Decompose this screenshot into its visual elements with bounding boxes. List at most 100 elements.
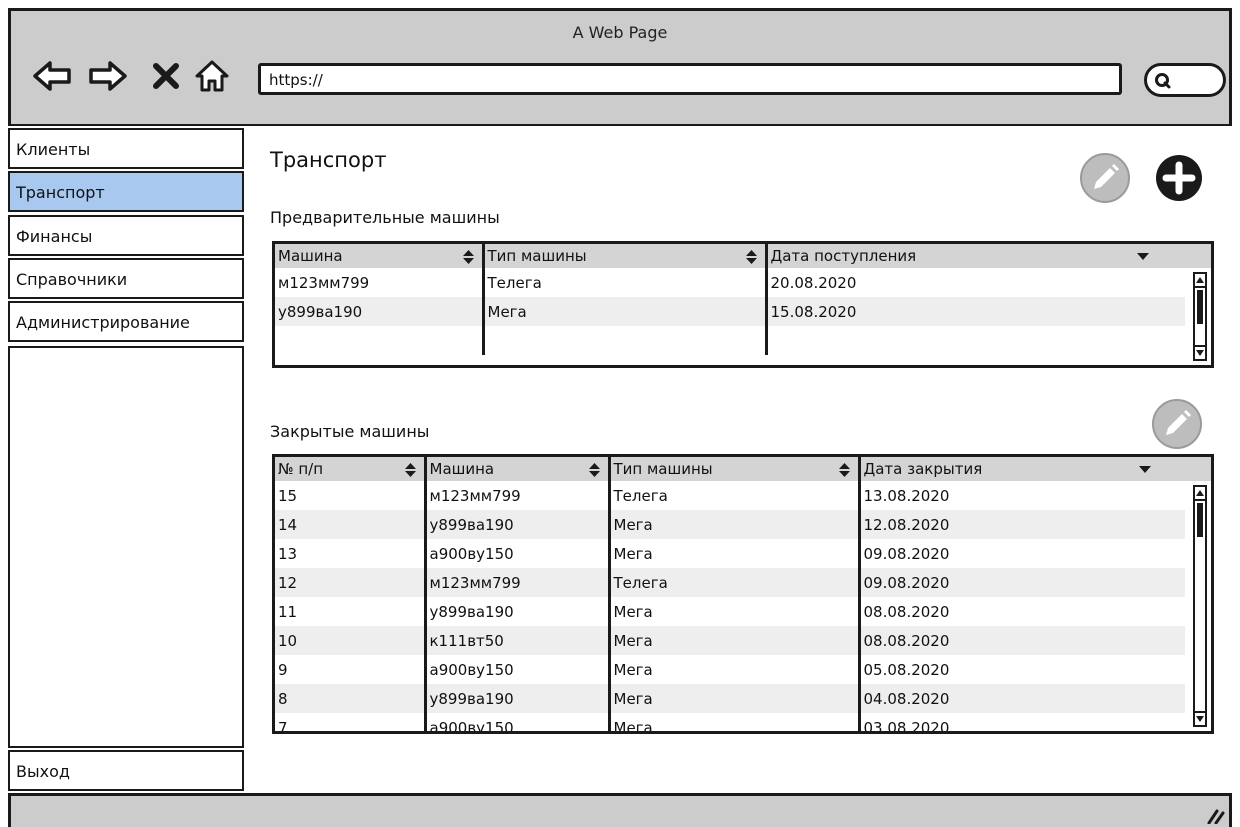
cell-arrival-date: 15.08.2020 (766, 297, 1211, 326)
cell-vehicle: у899ва190 (425, 597, 611, 626)
cell-row-number: 10 (275, 626, 427, 655)
table-row[interactable]: м123мм799 Телега 20.08.2020 (275, 268, 1211, 297)
cell-vehicle-type: Мега (609, 539, 861, 568)
table-row[interactable]: 7 а900ву150 Мега 03.08.2020 (275, 713, 1211, 734)
column-header-vehicle[interactable]: Машина (425, 457, 611, 481)
forward-button[interactable] (87, 55, 129, 97)
cell-close-date: 12.08.2020 (859, 510, 1211, 539)
scroll-thumb[interactable] (1197, 290, 1203, 324)
edit-closed-button[interactable] (1151, 398, 1203, 450)
sort-icon (588, 463, 600, 477)
cell-vehicle-type: Мега (483, 297, 768, 326)
cell-close-date: 13.08.2020 (863, 486, 950, 505)
status-bar (8, 793, 1232, 827)
cell-close-date: 05.08.2020 (863, 660, 950, 679)
cell-vehicle-type: Телега (483, 268, 768, 297)
cell-vehicle: м123мм799 (425, 481, 611, 510)
sidebar-item-directories[interactable]: Справочники (8, 258, 244, 299)
pencil-icon (1152, 399, 1202, 449)
table-row[interactable]: 11 у899ва190 Мега 08.08.2020 (275, 597, 1211, 626)
cell-vehicle-type: Мега (609, 684, 861, 713)
column-header-arrival-date[interactable]: Дата поступления (766, 244, 1211, 268)
table-row[interactable]: 9 а900ву150 Мега 05.08.2020 (275, 655, 1211, 684)
cell-vehicle-type: Мега (609, 655, 861, 684)
scroll-down-button[interactable] (1195, 711, 1205, 725)
back-button[interactable] (31, 55, 73, 97)
table-row[interactable] (275, 326, 1211, 355)
sidebar-item-clients[interactable]: Клиенты (8, 128, 244, 169)
edit-preliminary-button[interactable] (1079, 152, 1131, 204)
cell-vehicle: м123мм799 (275, 268, 485, 297)
url-input[interactable]: https:// (258, 63, 1122, 95)
resize-grip-icon[interactable] (1205, 806, 1225, 824)
cell-row-number: 8 (275, 684, 427, 713)
sidebar-item-administration[interactable]: Администрирование (8, 301, 244, 342)
cell-vehicle-type: Телега (609, 568, 861, 597)
cell-close-date: 08.08.2020 (863, 602, 950, 621)
scroll-down-button[interactable] (1195, 345, 1205, 359)
table-row[interactable]: 10 к111вт50 Мега 08.08.2020 (275, 626, 1211, 655)
cell-vehicle-type: Телега (609, 481, 861, 510)
cell-row-number: 12 (275, 568, 427, 597)
page-title: Транспорт (270, 148, 387, 172)
sort-icon (462, 250, 474, 264)
preliminary-vehicles-table: Машина Тип машины Дата поступления м123м… (272, 241, 1214, 368)
close-icon (153, 63, 179, 89)
cell-vehicle-type: Мега (609, 713, 861, 731)
scroll-up-button[interactable] (1195, 487, 1205, 501)
table-row[interactable]: у899ва190 Мега 15.08.2020 (275, 297, 1211, 326)
sort-icon (838, 463, 850, 477)
plus-circle-icon (1156, 155, 1202, 201)
scroll-thumb[interactable] (1197, 503, 1203, 537)
cell-vehicle-type: Мега (609, 597, 861, 626)
column-header-row-number[interactable]: № п/п (275, 457, 427, 481)
column-header-close-date[interactable]: Дата закрытия (859, 457, 1211, 481)
cell-vehicle (275, 326, 485, 355)
arrow-down-icon (1196, 716, 1204, 722)
cell-close-date: 03.08.2020 (863, 718, 950, 734)
cell-vehicle: у899ва190 (425, 510, 611, 539)
add-vehicle-button[interactable] (1153, 152, 1205, 204)
cell-row-number: 9 (275, 655, 427, 684)
table-row[interactable]: 12 м123мм799 Телега 09.08.2020 (275, 568, 1211, 597)
table-row[interactable]: 14 у899ва190 Мега 12.08.2020 (275, 510, 1211, 539)
cell-row-number: 7 (275, 713, 427, 731)
cell-vehicle-type: Мега (609, 626, 861, 655)
cell-vehicle: у899ва190 (425, 684, 611, 713)
search-button[interactable] (1144, 63, 1226, 97)
scroll-up-button[interactable] (1195, 274, 1205, 288)
stop-button[interactable] (145, 55, 187, 97)
sort-icon (404, 463, 416, 477)
cell-vehicle: а900ву150 (425, 539, 611, 568)
sidebar-nav: Клиенты Транспорт Финансы Справочники Ад… (8, 128, 244, 792)
arrow-up-icon (1196, 277, 1204, 283)
home-button[interactable] (191, 55, 233, 97)
arrow-up-icon (1196, 490, 1204, 496)
closed-vehicles-table: № п/п Машина Тип машины Дата закрытия 15… (272, 454, 1214, 734)
cell-row-number: 15 (275, 481, 427, 510)
column-header-vehicle-type[interactable]: Тип машины (609, 457, 861, 481)
cell-vehicle: а900ву150 (425, 655, 611, 684)
vertical-scrollbar[interactable] (1193, 272, 1207, 361)
vertical-scrollbar[interactable] (1193, 485, 1207, 727)
cell-vehicle-type: Мега (609, 510, 861, 539)
cell-row-number: 11 (275, 597, 427, 626)
sidebar-spacer (8, 346, 244, 748)
cell-close-date: 09.08.2020 (863, 544, 950, 563)
browser-toolbar: A Web Page https:// (8, 8, 1232, 126)
table-row[interactable]: 15 м123мм799 Телега 13.08.2020 (275, 481, 1211, 510)
search-icon (1155, 73, 1171, 89)
cell-row-number: 14 (275, 510, 427, 539)
preliminary-section-title: Предварительные машины (270, 208, 500, 227)
sidebar-item-finance[interactable]: Финансы (8, 215, 244, 256)
column-header-vehicle[interactable]: Машина (275, 244, 485, 268)
table-row[interactable]: 13 а900ву150 Мега 09.08.2020 (275, 539, 1211, 568)
arrow-down-icon (1196, 350, 1204, 356)
sidebar-item-transport[interactable]: Транспорт (8, 171, 244, 212)
table-row[interactable]: 8 у899ва190 Мега 04.08.2020 (275, 684, 1211, 713)
column-header-vehicle-type[interactable]: Тип машины (483, 244, 768, 268)
pencil-icon (1080, 153, 1130, 203)
cell-vehicle: у899ва190 (275, 297, 485, 326)
home-icon (195, 60, 229, 92)
logout-button[interactable]: Выход (8, 750, 244, 791)
